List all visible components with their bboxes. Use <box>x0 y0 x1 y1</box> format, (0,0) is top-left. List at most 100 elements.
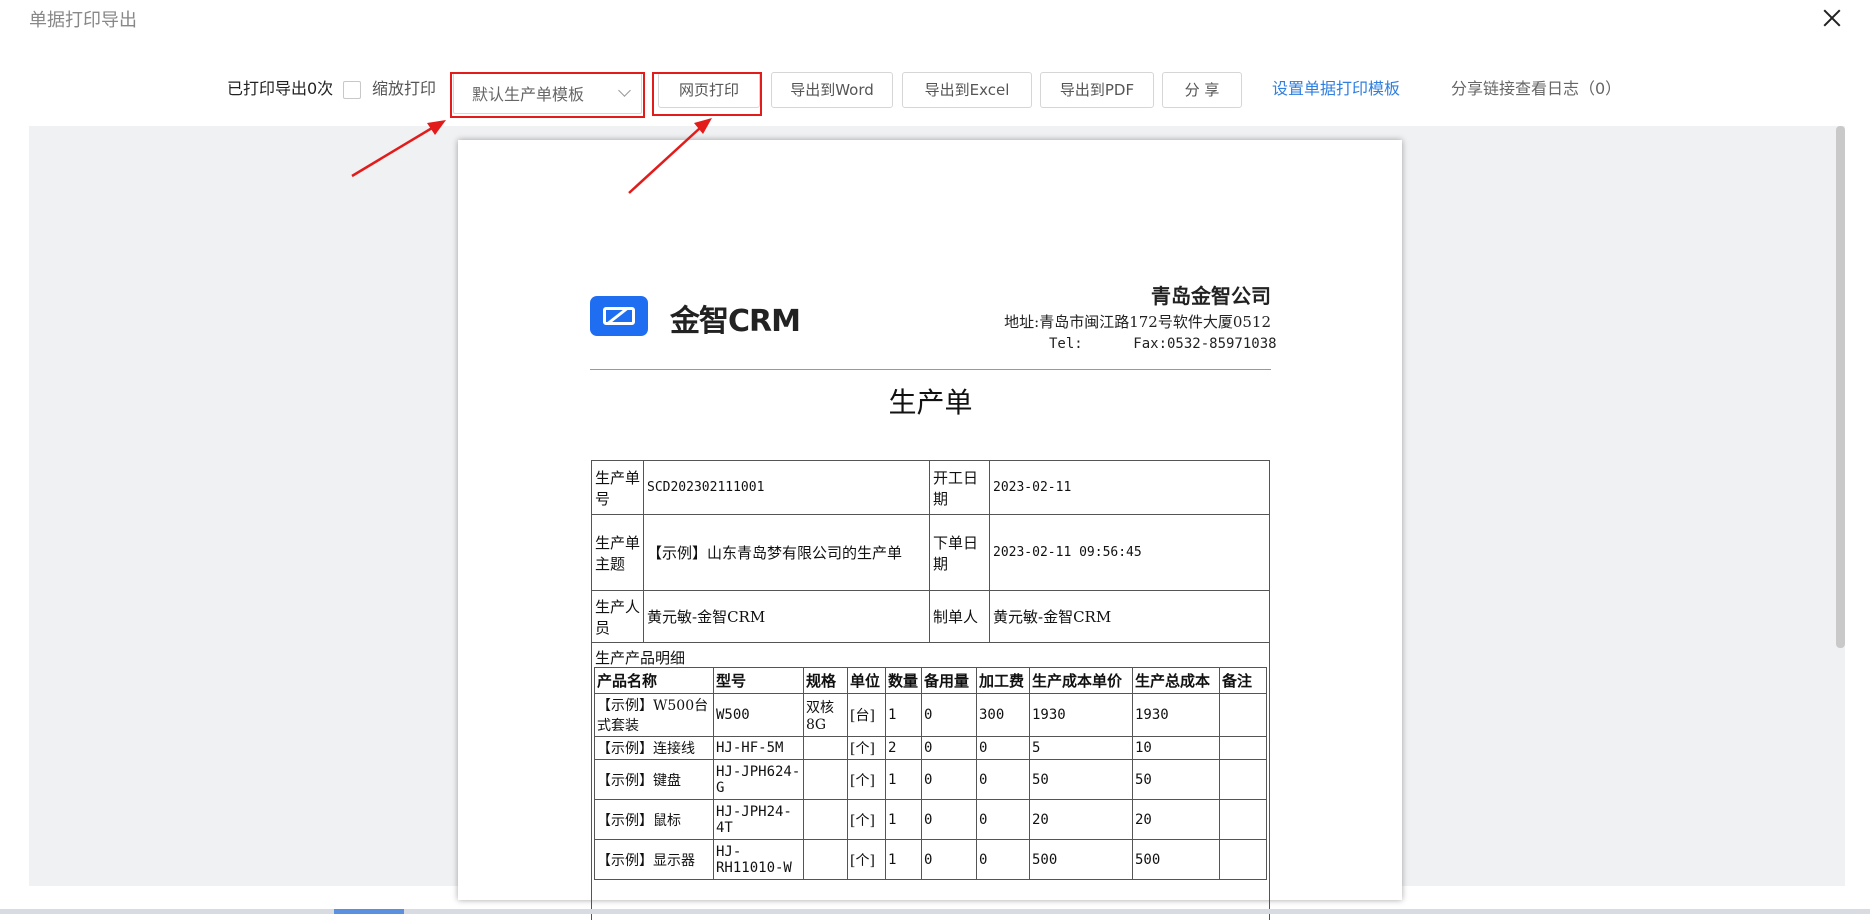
col-header: 单位 <box>847 667 886 694</box>
product-unit: [个] <box>847 736 886 760</box>
table-row: 生产单号 SCD202302111001 开工日期 2023-02-11 <box>591 460 1270 515</box>
product-unit-cost: 50 <box>1029 759 1133 800</box>
detail-section-title: 生产产品明细 <box>591 643 1270 667</box>
export-pdf-button[interactable]: 导出到PDF <box>1040 72 1154 108</box>
logo-text: 金智CRM <box>670 304 801 339</box>
product-name: 【示例】显示器 <box>594 839 714 880</box>
start-date-label: 开工日期 <box>929 460 990 515</box>
staff-label: 生产人员 <box>591 590 644 643</box>
company-name: 青岛金智公司 <box>1151 284 1271 308</box>
export-word-button[interactable]: 导出到Word <box>771 72 893 108</box>
product-total-cost: 500 <box>1132 839 1220 880</box>
col-header: 规格 <box>803 667 848 694</box>
product-fee: 0 <box>976 839 1030 880</box>
col-header: 产品名称 <box>594 667 714 694</box>
product-remark <box>1219 759 1267 800</box>
company-address: 地址:青岛市闽江路172号软件大厦0512 <box>1004 313 1271 331</box>
col-header: 型号 <box>713 667 804 694</box>
product-model: HJ-JPH624-G <box>713 759 804 800</box>
product-name: 【示例】连接线 <box>594 736 714 760</box>
product-total-cost: 50 <box>1132 759 1220 800</box>
staff-value: 黄元敏-金智CRM <box>643 590 930 643</box>
scale-print-checkbox[interactable] <box>343 81 361 99</box>
order-no-label: 生产单号 <box>591 460 644 515</box>
subject-label: 生产单主题 <box>591 514 644 591</box>
set-print-template-link[interactable]: 设置单据打印模板 <box>1272 70 1400 108</box>
product-remark <box>1219 799 1267 840</box>
start-date-value: 2023-02-11 <box>989 460 1270 515</box>
col-header: 备注 <box>1219 667 1267 694</box>
col-header: 数量 <box>885 667 922 694</box>
product-reserve: 0 <box>921 736 977 760</box>
product-model: HJ-JPH24-4T <box>713 799 804 840</box>
bottom-scroll-thumb[interactable] <box>334 909 404 914</box>
product-model: HJ-RH11010-W <box>713 839 804 880</box>
product-qty: 1 <box>885 693 922 737</box>
product-unit-cost: 20 <box>1029 799 1133 840</box>
product-model: W500 <box>713 693 804 737</box>
order-info-table: 生产单号 SCD202302111001 开工日期 2023-02-11 生产单… <box>591 460 1270 643</box>
order-date-value: 2023-02-11 09:56:45 <box>989 514 1270 591</box>
creator-value: 黄元敏-金智CRM <box>989 590 1270 643</box>
product-unit-cost: 500 <box>1029 839 1133 880</box>
col-header: 生产成本单价 <box>1029 667 1133 694</box>
order-no-value: SCD202302111001 <box>643 460 930 515</box>
highlight-box-web-print <box>652 72 762 116</box>
detail-header-row: 产品名称 型号 规格 单位 数量 备用量 加工费 生产成本单价 生产总成本 备注 <box>594 667 1267 694</box>
col-header: 生产总成本 <box>1132 667 1220 694</box>
product-qty: 1 <box>885 799 922 840</box>
order-form: 生产单号 SCD202302111001 开工日期 2023-02-11 生产单… <box>591 460 1270 920</box>
product-reserve: 0 <box>921 799 977 840</box>
product-spec: 双核8G <box>803 693 848 737</box>
product-name: 【示例】W500台式套装 <box>594 693 714 737</box>
table-row: 生产单主题 【示例】山东青岛梦有限公司的生产单 下单日期 2023-02-11 … <box>591 514 1270 591</box>
product-unit: [台] <box>847 693 886 737</box>
product-fee: 0 <box>976 799 1030 840</box>
table-row: 【示例】W500台式套装 W500 双核8G [台] 1 0 300 1930 … <box>594 693 1267 737</box>
subject-value: 【示例】山东青岛梦有限公司的生产单 <box>643 514 930 591</box>
table-row: 【示例】连接线 HJ-HF-5M [个] 2 0 0 5 10 <box>594 736 1267 760</box>
creator-label: 制单人 <box>929 590 990 643</box>
product-fee: 0 <box>976 736 1030 760</box>
product-spec <box>803 839 848 880</box>
table-row: 【示例】鼠标 HJ-JPH24-4T [个] 1 0 0 20 20 <box>594 799 1267 840</box>
product-spec <box>803 736 848 760</box>
company-logo-icon <box>590 296 648 336</box>
table-row: 【示例】键盘 HJ-JPH624-G [个] 1 0 0 50 50 <box>594 759 1267 800</box>
scale-print-label[interactable]: 缩放打印 <box>372 70 436 108</box>
bottom-scroll-strip[interactable] <box>0 909 1870 914</box>
product-remark <box>1219 693 1267 737</box>
toolbar: 已打印导出0次 缩放打印 默认生产单模板 网页打印 导出到Word 导出到Exc… <box>0 70 1870 118</box>
product-reserve: 0 <box>921 759 977 800</box>
product-reserve: 0 <box>921 693 977 737</box>
table-row: 【示例】显示器 HJ-RH11010-W [个] 1 0 0 500 500 <box>594 839 1267 880</box>
detail-wrapper: 产品名称 型号 规格 单位 数量 备用量 加工费 生产成本单价 生产总成本 备注… <box>591 667 1270 920</box>
product-total-cost: 10 <box>1132 736 1220 760</box>
product-name: 【示例】鼠标 <box>594 799 714 840</box>
product-qty: 1 <box>885 839 922 880</box>
product-unit-cost: 1930 <box>1029 693 1133 737</box>
product-total-cost: 20 <box>1132 799 1220 840</box>
highlight-box-template <box>450 72 645 118</box>
share-button[interactable]: 分 享 <box>1162 72 1242 108</box>
dialog-title: 单据打印导出 <box>29 10 137 31</box>
product-spec <box>803 759 848 800</box>
dialog-titlebar: 单据打印导出 <box>0 0 1870 38</box>
col-header: 加工费 <box>976 667 1030 694</box>
export-excel-button[interactable]: 导出到Excel <box>902 72 1032 108</box>
header-divider <box>590 369 1271 370</box>
preview-scrollbar[interactable] <box>1836 126 1845 648</box>
product-unit: [个] <box>847 839 886 880</box>
product-remark <box>1219 736 1267 760</box>
detail-table: 产品名称 型号 规格 单位 数量 备用量 加工费 生产成本单价 生产总成本 备注… <box>594 667 1267 880</box>
product-unit: [个] <box>847 799 886 840</box>
product-qty: 1 <box>885 759 922 800</box>
col-header: 备用量 <box>921 667 977 694</box>
product-fee: 0 <box>976 759 1030 800</box>
product-reserve: 0 <box>921 839 977 880</box>
share-log-link[interactable]: 分享链接查看日志（0） <box>1451 70 1621 108</box>
table-row: 生产人员 黄元敏-金智CRM 制单人 黄元敏-金智CRM <box>591 590 1270 643</box>
close-icon[interactable] <box>1818 4 1846 32</box>
product-spec <box>803 799 848 840</box>
product-qty: 2 <box>885 736 922 760</box>
